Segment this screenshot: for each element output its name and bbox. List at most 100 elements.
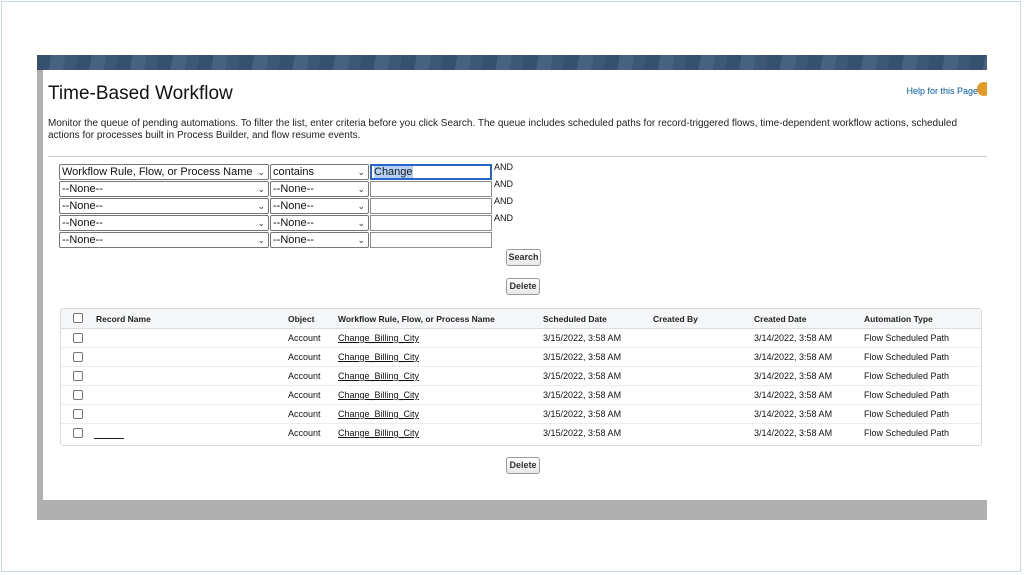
record-name-underline[interactable] [94, 438, 124, 439]
column-header-created-by[interactable]: Created By [653, 314, 698, 324]
filter-operator-select[interactable]: --None-- ⌄ [270, 232, 369, 248]
filter-operator-select[interactable]: --None-- ⌄ [270, 215, 369, 231]
column-header-record-name[interactable]: Record Name [96, 314, 151, 324]
row-checkbox[interactable] [73, 352, 83, 362]
filter-field-select[interactable]: --None-- ⌄ [59, 215, 269, 231]
chevron-down-icon: ⌄ [357, 235, 365, 245]
created-date-cell: 3/14/2022, 3:58 AM [754, 428, 833, 438]
chevron-down-icon: ⌄ [357, 184, 365, 194]
row-checkbox[interactable] [73, 333, 83, 343]
filter-value-input[interactable]: Change [370, 164, 492, 180]
filter-field-select[interactable]: --None-- ⌄ [59, 198, 269, 214]
filter-row: --None-- ⌄ --None-- ⌄ AND [59, 179, 519, 198]
table-header: Record Name Object Workflow Rule, Flow, … [61, 309, 981, 329]
filter-row: --None-- ⌄ --None-- ⌄ AND [59, 196, 519, 215]
pending-actions-table: Record Name Object Workflow Rule, Flow, … [60, 308, 982, 446]
table-row: Account Change_Billing_City 3/15/2022, 3… [61, 405, 981, 424]
page-title: Time-Based Workflow [48, 83, 233, 104]
table-row: Account Change_Billing_City 3/15/2022, 3… [61, 367, 981, 386]
created-date-cell: 3/14/2022, 3:58 AM [754, 409, 833, 419]
filter-field-value: --None-- [62, 234, 103, 246]
filter-operator-select[interactable]: --None-- ⌄ [270, 181, 369, 197]
browser-viewport: Time-Based Workflow Help for this Page M… [37, 55, 987, 520]
filter-field-value: --None-- [62, 217, 103, 229]
scheduled-date-cell: 3/15/2022, 3:58 AM [543, 352, 622, 362]
chevron-down-icon: ⌄ [257, 218, 265, 228]
workflow-link[interactable]: Change_Billing_City [338, 409, 419, 419]
filter-field-value: --None-- [62, 200, 103, 212]
workflow-link[interactable]: Change_Billing_City [338, 352, 419, 362]
filter-field-value: Workflow Rule, Flow, or Process Name [62, 166, 253, 178]
object-cell: Account [288, 333, 321, 343]
filter-value-input[interactable] [370, 181, 492, 197]
filter-conjunction: AND [494, 196, 514, 206]
column-header-created-date[interactable]: Created Date [754, 314, 806, 324]
table-row: Account Change_Billing_City 3/15/2022, 3… [61, 329, 981, 348]
filter-value-text: Change [374, 166, 413, 178]
object-cell: Account [288, 409, 321, 419]
scheduled-date-cell: 3/15/2022, 3:58 AM [543, 333, 622, 343]
column-header-object[interactable]: Object [288, 314, 314, 324]
row-checkbox[interactable] [73, 409, 83, 419]
automation-type-cell: Flow Scheduled Path [864, 333, 950, 343]
filter-value-input[interactable] [370, 232, 492, 248]
chevron-down-icon: ⌄ [357, 167, 365, 177]
delete-button-bottom[interactable]: Delete [506, 457, 540, 474]
filter-value-input[interactable] [370, 215, 492, 231]
created-date-cell: 3/14/2022, 3:58 AM [754, 352, 833, 362]
object-cell: Account [288, 371, 321, 381]
filter-field-select[interactable]: --None-- ⌄ [59, 232, 269, 248]
automation-type-cell: Flow Scheduled Path [864, 390, 950, 400]
column-header-scheduled-date[interactable]: Scheduled Date [543, 314, 607, 324]
workflow-link[interactable]: Change_Billing_City [338, 333, 419, 343]
chevron-down-icon: ⌄ [257, 235, 265, 245]
filter-operator-value: --None-- [273, 183, 314, 195]
object-cell: Account [288, 390, 321, 400]
row-checkbox[interactable] [73, 390, 83, 400]
workflow-link[interactable]: Change_Billing_City [338, 390, 419, 400]
chevron-down-icon: ⌄ [357, 201, 365, 211]
delete-button[interactable]: Delete [506, 278, 540, 295]
row-checkbox[interactable] [73, 428, 83, 438]
filter-row: Workflow Rule, Flow, or Process Name ⌄ co… [59, 162, 519, 181]
filter-operator-value: --None-- [273, 217, 314, 229]
header-banner [37, 55, 987, 70]
automation-type-cell: Flow Scheduled Path [864, 409, 950, 419]
workflow-link[interactable]: Change_Billing_City [338, 371, 419, 381]
filter-operator-value: --None-- [273, 234, 314, 246]
scheduled-date-cell: 3/15/2022, 3:58 AM [543, 390, 622, 400]
help-link[interactable]: Help for this Page [906, 86, 978, 96]
filter-field-value: --None-- [62, 183, 103, 195]
filter-value-input[interactable] [370, 198, 492, 214]
scheduled-date-cell: 3/15/2022, 3:58 AM [543, 428, 622, 438]
chevron-down-icon: ⌄ [257, 184, 265, 194]
column-header-automation-type[interactable]: Automation Type [864, 314, 933, 324]
filter-operator-select[interactable]: contains ⌄ [270, 164, 369, 180]
help-icon[interactable] [977, 82, 987, 96]
search-button[interactable]: Search [506, 249, 541, 266]
select-all-checkbox[interactable] [73, 313, 83, 323]
filter-conjunction: AND [494, 179, 514, 189]
chevron-down-icon: ⌄ [257, 167, 265, 177]
object-cell: Account [288, 352, 321, 362]
filter-row: --None-- ⌄ --None-- ⌄ AND [59, 213, 519, 232]
setup-page: Time-Based Workflow Help for this Page M… [43, 70, 987, 500]
automation-type-cell: Flow Scheduled Path [864, 428, 950, 438]
table-row: Account Change_Billing_City 3/15/2022, 3… [61, 348, 981, 367]
created-date-cell: 3/14/2022, 3:58 AM [754, 371, 833, 381]
filter-operator-select[interactable]: --None-- ⌄ [270, 198, 369, 214]
chevron-down-icon: ⌄ [257, 201, 265, 211]
filter-field-select[interactable]: --None-- ⌄ [59, 181, 269, 197]
filter-operator-value: contains [273, 166, 314, 178]
table-row: Account Change_Billing_City 3/15/2022, 3… [61, 386, 981, 405]
column-header-workflow[interactable]: Workflow Rule, Flow, or Process Name [338, 314, 495, 324]
scheduled-date-cell: 3/15/2022, 3:58 AM [543, 371, 622, 381]
filter-operator-value: --None-- [273, 200, 314, 212]
workflow-link[interactable]: Change_Billing_City [338, 428, 419, 438]
scheduled-date-cell: 3/15/2022, 3:58 AM [543, 409, 622, 419]
created-date-cell: 3/14/2022, 3:58 AM [754, 390, 833, 400]
section-divider [48, 156, 987, 157]
filter-field-select[interactable]: Workflow Rule, Flow, or Process Name ⌄ [59, 164, 269, 180]
row-checkbox[interactable] [73, 371, 83, 381]
automation-type-cell: Flow Scheduled Path [864, 352, 950, 362]
